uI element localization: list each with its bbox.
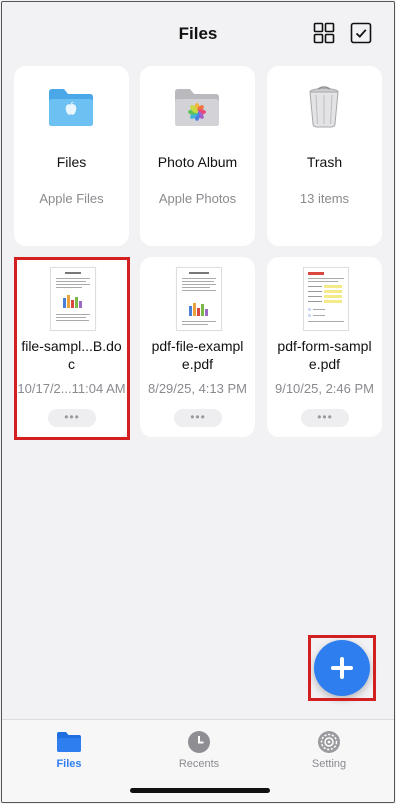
page-title: Files <box>178 24 218 43</box>
blue-folder-apple-icon <box>49 89 93 126</box>
more-options-button[interactable]: ••• <box>174 409 222 427</box>
folder-name: Files <box>56 154 87 170</box>
document-thumbnail <box>303 267 349 331</box>
file-name: pdf-form-sample.pdf <box>277 338 372 372</box>
folder-card-files[interactable]: Files Apple Files <box>14 66 129 246</box>
tab-label: Setting <box>311 758 347 770</box>
highlight-box <box>14 257 130 440</box>
tab-setting[interactable]: Setting <box>289 730 369 770</box>
gear-icon <box>318 731 340 753</box>
folder-icon <box>57 732 81 752</box>
folder-name: Photo Album <box>157 154 238 170</box>
file-date: 9/10/25, 2:46 PM <box>274 381 374 396</box>
file-card-pdf-form[interactable]: pdf-form-sample.pdf 9/10/25, 2:46 PM ••• <box>267 257 382 437</box>
photos-folder-icon <box>175 89 219 126</box>
file-card-pdf-example[interactable]: pdf-file-example.pdf 8/29/25, 4:13 PM ••… <box>140 257 255 437</box>
clock-icon <box>188 731 210 753</box>
folder-subtitle: Apple Files <box>39 191 104 206</box>
trash-bin-icon <box>309 86 339 128</box>
file-date: 8/29/25, 4:13 PM <box>147 381 247 396</box>
document-thumbnail <box>176 267 222 331</box>
folder-subtitle: Apple Photos <box>158 191 237 206</box>
file-name: pdf-file-example.pdf <box>151 338 244 372</box>
app-screen: Files Files Apple Files Photo Album Appl… <box>1 1 395 803</box>
checkbox-select-icon[interactable] <box>350 22 372 44</box>
tab-recents[interactable]: Recents <box>159 730 239 770</box>
highlight-box <box>308 635 376 701</box>
more-options-button[interactable]: ••• <box>301 409 349 427</box>
folder-card-trash[interactable]: Trash 13 items <box>267 66 382 246</box>
tab-label: Recents <box>178 758 220 770</box>
folder-name: Trash <box>306 154 343 170</box>
header: Files <box>2 2 394 64</box>
folder-card-photo-album[interactable]: Photo Album Apple Photos <box>140 66 255 246</box>
tab-label: Files <box>56 758 82 770</box>
grid-view-icon[interactable] <box>313 22 335 44</box>
home-indicator <box>130 788 270 793</box>
tab-files[interactable]: Files <box>29 730 109 770</box>
folder-subtitle: 13 items <box>299 191 350 206</box>
